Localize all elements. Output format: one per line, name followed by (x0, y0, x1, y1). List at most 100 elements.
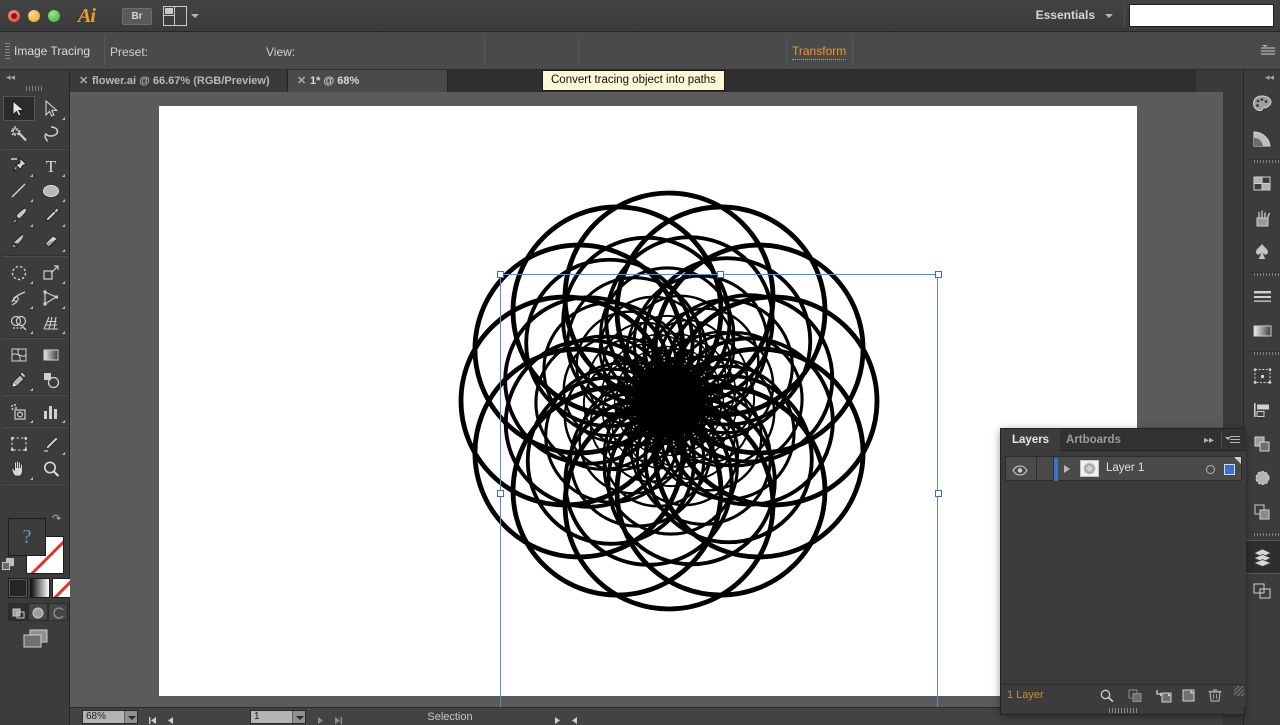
blob-brush-tool[interactable] (3, 228, 35, 253)
width-tool[interactable] (3, 285, 35, 310)
blend-tool[interactable] (35, 367, 67, 392)
tab-artboards[interactable]: Artboards (1055, 429, 1132, 451)
workspace-chevron-down-icon[interactable] (1105, 14, 1113, 18)
eyedropper-tool[interactable] (3, 367, 35, 392)
layer-row[interactable]: Layer 1 (1005, 456, 1242, 481)
make-clipping-mask-icon[interactable] (1127, 688, 1145, 704)
arrange-documents-chevron-icon[interactable] (191, 14, 199, 18)
transparency-panel-icon[interactable] (1244, 461, 1280, 495)
selection-tool[interactable] (3, 96, 35, 121)
arrange-documents-icon[interactable] (163, 6, 187, 26)
layer-name[interactable]: Layer 1 (1106, 462, 1144, 474)
zoom-chevron-down-icon[interactable] (124, 711, 137, 723)
hand-tool[interactable] (3, 456, 35, 481)
shape-builder-tool[interactable] (3, 310, 35, 335)
swatches-panel-icon[interactable] (1244, 167, 1280, 201)
zoom-tool[interactable] (35, 456, 67, 481)
pen-tool[interactable] (3, 153, 35, 178)
color-swatch-button[interactable] (8, 578, 28, 598)
magic-wand-tool[interactable] (3, 121, 35, 146)
color-guide-panel-icon[interactable] (1244, 122, 1280, 156)
draw-normal-button[interactable] (8, 603, 28, 621)
new-sublayer-icon[interactable] (1155, 688, 1173, 704)
stroke-panel-icon[interactable] (1244, 280, 1280, 314)
fill-swatch[interactable]: ? (8, 518, 46, 556)
locate-object-icon[interactable] (1099, 688, 1117, 704)
brushes-panel-icon[interactable] (1244, 201, 1280, 235)
control-bar-menu-icon[interactable] (1261, 44, 1275, 58)
expand-panels-icon[interactable]: ◂◂ (1265, 72, 1274, 83)
symbol-sprayer-tool[interactable] (3, 399, 35, 424)
collapse-toolbar-icon[interactable]: ◂◂ (6, 72, 20, 82)
new-layer-icon[interactable] (1181, 688, 1199, 704)
pathfinder-panel-icon[interactable] (1244, 427, 1280, 461)
bridge-icon[interactable]: Br (122, 8, 152, 25)
artboards-panel-icon[interactable] (1244, 574, 1280, 608)
zoom-level-select[interactable]: 68% (82, 710, 138, 724)
document-tab-flower[interactable]: ✕ flower.ai @ 66.67% (RGB/Preview) (70, 70, 288, 92)
artboard-number-select[interactable]: 1 (250, 710, 306, 724)
ellipse-tool[interactable] (35, 178, 67, 203)
perspective-grid-tool[interactable] (35, 310, 67, 335)
none-swatch-button[interactable] (52, 578, 72, 598)
type-tool[interactable]: T (35, 153, 67, 178)
close-window-button[interactable] (8, 10, 20, 22)
status-scroll-left-icon[interactable] (570, 712, 579, 724)
color-panel-icon[interactable] (1244, 88, 1280, 122)
draw-inside-button[interactable] (48, 603, 68, 621)
last-page-icon[interactable] (334, 712, 343, 724)
eye-icon[interactable] (1012, 463, 1028, 481)
first-page-icon[interactable] (148, 712, 157, 724)
mesh-tool[interactable] (3, 342, 35, 367)
close-icon[interactable]: ✕ (79, 76, 88, 87)
layer-color-swatch[interactable] (1224, 464, 1235, 475)
pencil-tool[interactable] (35, 203, 67, 228)
prev-page-icon[interactable] (166, 712, 175, 724)
tab-layers[interactable]: Layers (1001, 429, 1061, 451)
align-panel-icon[interactable] (1244, 393, 1280, 427)
default-fill-stroke-icon[interactable] (2, 558, 17, 572)
artboard-tool[interactable] (3, 431, 35, 456)
paintbrush-tool[interactable] (3, 203, 35, 228)
search-input[interactable] (1129, 4, 1274, 27)
document-tab-untitled[interactable]: ✕ 1* @ 68% (RGB/Preview) (288, 70, 448, 109)
mandala-rosette-artwork[interactable] (449, 181, 889, 626)
column-graph-tool[interactable] (35, 399, 67, 424)
target-indicator-icon[interactable] (1206, 465, 1215, 474)
layers-list[interactable]: Layer 1 (1001, 451, 1246, 692)
panel-bottom-grip[interactable] (1108, 708, 1137, 713)
artboard-chevron-down-icon[interactable] (292, 711, 305, 723)
layers-panel-icon[interactable] (1244, 540, 1280, 574)
panel-resize-handle[interactable] (1234, 686, 1244, 696)
next-page-icon[interactable] (316, 712, 325, 724)
appearance-panel-icon[interactable] (1244, 495, 1280, 529)
panel-menu-icon[interactable] (1225, 434, 1241, 446)
toolbar-grip[interactable] (26, 86, 44, 91)
workspace-switcher-label[interactable]: Essentials (1036, 8, 1095, 22)
transform-link[interactable]: Transform (792, 44, 847, 60)
minimize-window-button[interactable] (28, 10, 40, 22)
scale-tool[interactable] (35, 260, 67, 285)
rotate-tool[interactable] (3, 260, 35, 285)
transform-panel-icon[interactable] (1244, 359, 1280, 393)
symbols-panel-icon[interactable] (1244, 235, 1280, 269)
eraser-tool[interactable] (35, 228, 67, 253)
status-menu-icon[interactable] (553, 712, 562, 724)
slice-tool[interactable] (35, 431, 67, 456)
change-screen-mode-icon[interactable] (22, 628, 50, 655)
lasso-tool[interactable] (35, 121, 67, 146)
disclosure-triangle-icon[interactable] (1064, 465, 1070, 473)
draw-behind-button[interactable] (28, 603, 48, 621)
gradient-panel-icon[interactable] (1244, 314, 1280, 348)
direct-selection-tool[interactable] (35, 96, 67, 121)
close-icon[interactable]: ✕ (297, 76, 306, 87)
gradient-tool[interactable] (35, 342, 67, 367)
free-transform-tool[interactable] (35, 285, 67, 310)
gradient-swatch-button[interactable] (30, 578, 50, 598)
delete-selection-icon[interactable] (1207, 688, 1225, 704)
maximize-window-button[interactable] (48, 10, 60, 22)
control-bar-grip[interactable] (5, 43, 10, 59)
line-segment-tool[interactable] (3, 178, 35, 203)
swap-fill-stroke-icon[interactable]: ↷ (52, 512, 66, 525)
collapse-panel-icon[interactable]: ▸▸ (1204, 435, 1214, 446)
